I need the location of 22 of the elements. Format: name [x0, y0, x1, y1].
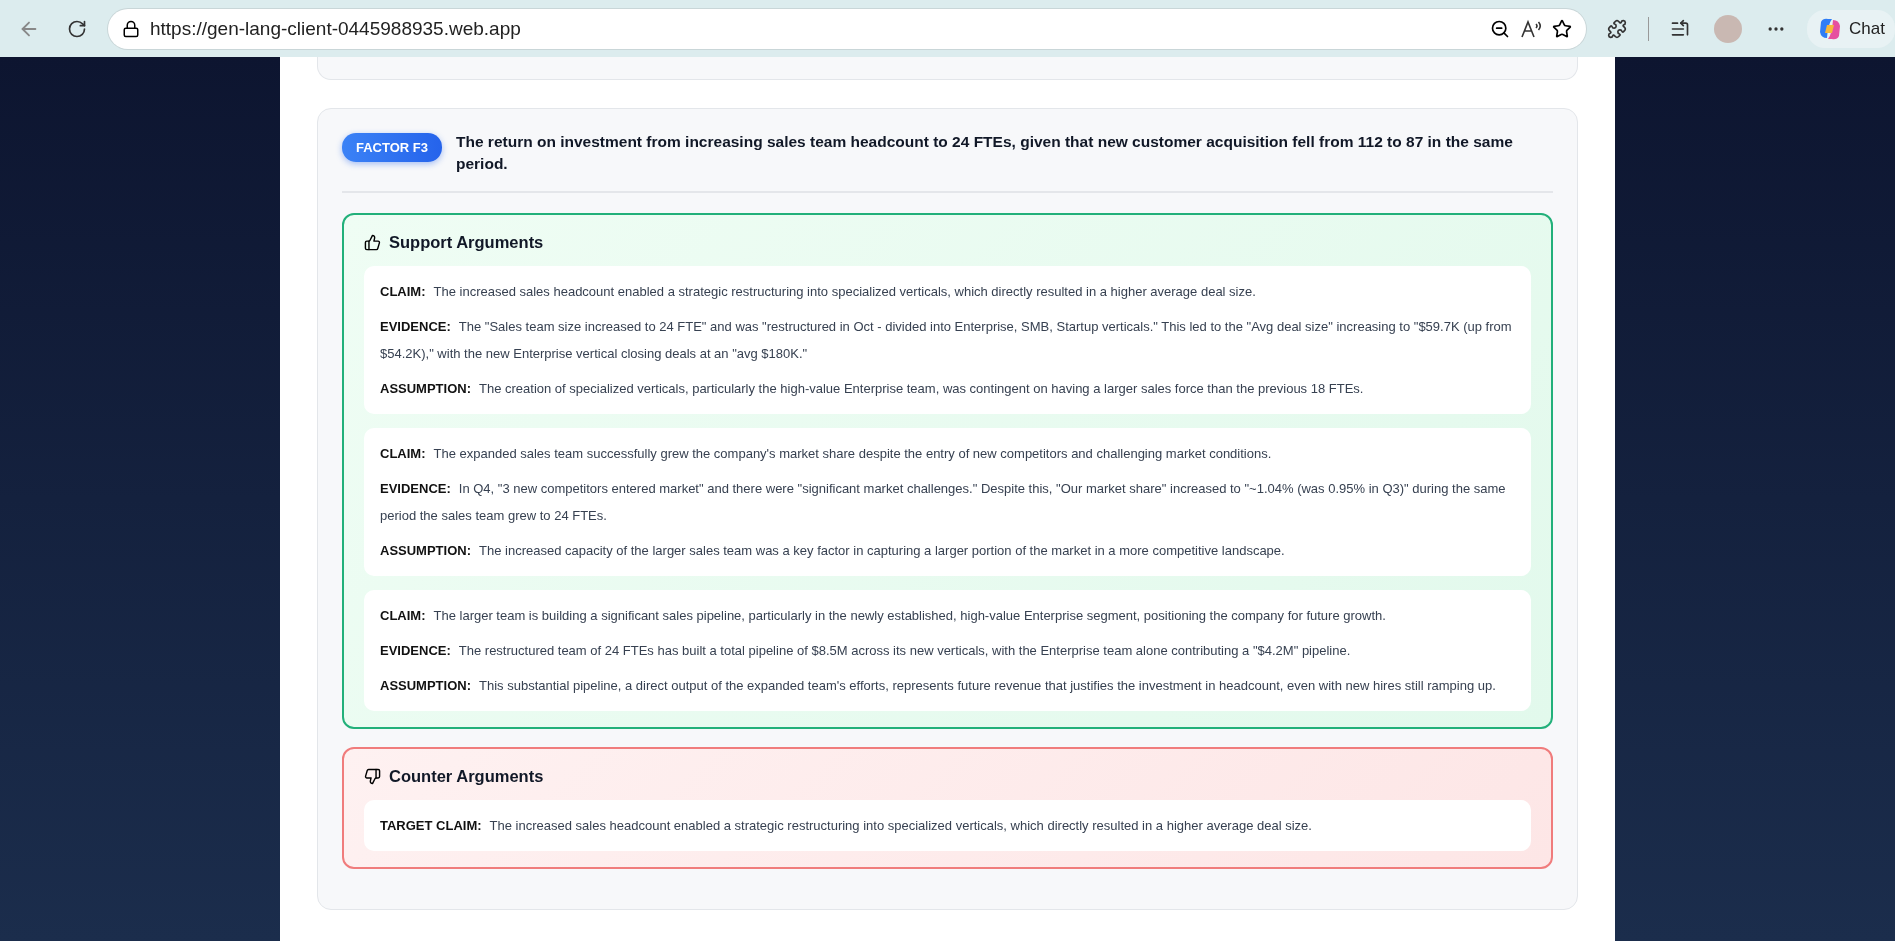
star-icon[interactable] [1552, 18, 1573, 39]
section-title: Support Arguments [389, 233, 544, 252]
read-aloud-icon[interactable] [1520, 18, 1543, 39]
factor-badge: FACTOR F3 [342, 133, 442, 162]
argument-text: ASSUMPTION: The creation of specialized verticals, particularly the high-value Enterprise team, was contingent on having a larger sales force than the previous 18 FTEs. [380, 380, 1365, 398]
thumbs-up-icon [364, 234, 381, 251]
argument-text: TARGET CLAIM: The increased sales headcount enabled a strategic restructuring into specialized verticals, which directly resulted in a higher average deal size. [380, 817, 1313, 835]
address-bar[interactable]: https://gen-lang-client-0445988935.web.app [108, 8, 1587, 49]
argument-text: EVIDENCE: In Q4, "3 new competitors entered market" and there were "significant market challenges." Despite this, "Our market share" increased to "~1.04% (was 0.95% in Q3)" during the same period the sales team grew to 24 FTEs. [380, 480, 1507, 525]
chat-button[interactable]: Chat [1807, 9, 1895, 48]
thumbs-down-icon [364, 768, 381, 785]
section-title: Counter Arguments [389, 767, 544, 786]
argument-text: EVIDENCE: The "Sales team size increased to 24 FTE" and was "restructured in Oct - divided into Enterprise, SMB, Startup verticals." This led to the "Avg deal size" increasing to "$59.7K (up from $54.2K)," with the new Enterprise vertical closing deals at an "avg $180K." [380, 318, 1513, 363]
lock-icon [122, 19, 140, 38]
argument-text: EVIDENCE: The restructured team of 24 FTEs has built a total pipeline of $8.5M across its new verticals, with the Enterprise team alone contributing a "$4.2M" pipeline. [380, 642, 1352, 660]
argument-text: ASSUMPTION: The increased capacity of the larger sales team was a key factor in capturing a larger portion of the market in a more competitive landscape. [380, 542, 1286, 560]
argument-text: CLAIM: The expanded sales team successfully grew the company's market share despite the entry of new competitors and challenging market conditions. [380, 445, 1273, 463]
argument-text: CLAIM: The larger team is building a significant sales pipeline, particularly in the newly established, high-value Enterprise segment, positioning the company for future growth. [380, 607, 1387, 625]
zoom-out-icon[interactable] [1490, 18, 1511, 39]
factor-title: The return on investment from increasing sales team headcount to 24 FTEs, given that new customer acquisition fell from 112 to 87 in the same period. [456, 132, 1514, 174]
argument-text: CLAIM: The increased sales headcount enabled a strategic restructuring into specialized verticals, which directly resulted in a higher average deal size. [380, 283, 1257, 301]
argument-text: ASSUMPTION: This substantial pipeline, a direct output of the expanded team's efforts, represents future revenue that justifies the investment in headcount, even with new hires still ramping up. [380, 677, 1497, 695]
